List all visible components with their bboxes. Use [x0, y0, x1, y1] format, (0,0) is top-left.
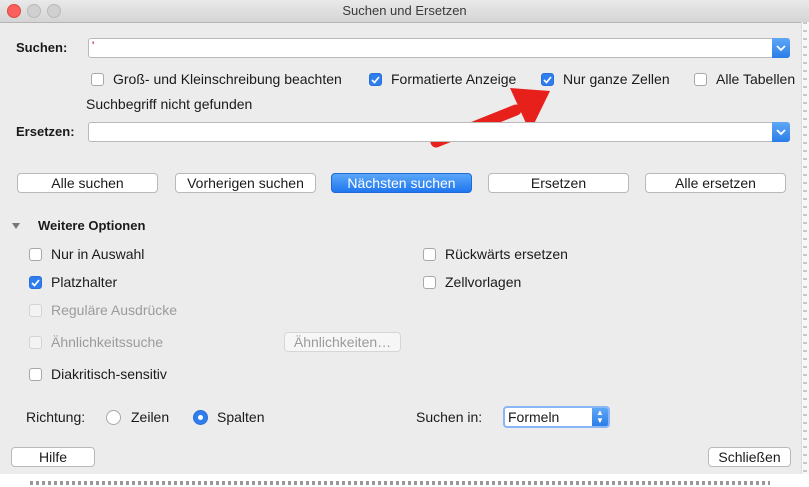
close-button[interactable]: Schließen	[708, 447, 791, 467]
find-next-button[interactable]: Nächsten suchen	[331, 173, 472, 193]
diacritic-sensitive-checkbox[interactable]	[29, 368, 42, 381]
search-in-value: Formeln	[508, 409, 560, 425]
regular-expressions-label: Reguläre Ausdrücke	[51, 302, 178, 318]
search-in-label: Suchen in:	[416, 409, 483, 425]
replace-backwards-checkbox[interactable]	[423, 248, 436, 261]
up-down-arrows-icon: ▲ ▼	[592, 408, 608, 426]
annotation-arrow-icon	[430, 88, 550, 148]
replace-button[interactable]: Ersetzen	[488, 173, 629, 193]
similarity-search-label: Ähnlichkeitssuche	[51, 334, 164, 350]
entire-cells-label: Nur ganze Zellen	[563, 71, 670, 87]
replace-label: Ersetzen:	[16, 124, 75, 139]
direction-columns-label: Spalten	[217, 409, 265, 425]
more-options-expander[interactable]: Weitere Optionen	[38, 218, 145, 233]
find-all-button[interactable]: Alle suchen	[17, 173, 158, 193]
direction-label: Richtung:	[26, 409, 86, 425]
direction-columns-radio[interactable]	[193, 410, 208, 425]
replace-backwards-label: Rückwärts ersetzen	[445, 246, 568, 262]
find-previous-button[interactable]: Vorherigen suchen	[175, 173, 316, 193]
formatted-display-checkbox[interactable]	[369, 73, 382, 86]
current-selection-only-label: Nur in Auswahl	[51, 246, 145, 262]
similarities-button: Ähnlichkeiten…	[284, 332, 401, 352]
wildcards-label: Platzhalter	[51, 274, 118, 290]
regular-expressions-checkbox	[29, 304, 42, 317]
replace-all-button[interactable]: Alle ersetzen	[645, 173, 786, 193]
checkmark-icon	[31, 278, 40, 287]
search-in-select[interactable]: Formeln ▲ ▼	[503, 406, 610, 428]
search-input[interactable]: '	[88, 38, 790, 58]
cell-styles-checkbox[interactable]	[423, 276, 436, 289]
diacritic-sensitive-label: Diakritisch-sensitiv	[51, 366, 167, 382]
all-sheets-label: Alle Tabellen	[716, 71, 796, 87]
all-sheets-checkbox[interactable]	[694, 73, 707, 86]
cell-styles-label: Zellvorlagen	[445, 274, 522, 290]
search-status-text: Suchbegriff nicht gefunden	[86, 96, 253, 112]
match-case-checkbox[interactable]	[91, 73, 104, 86]
chevron-down-icon	[776, 128, 786, 135]
current-selection-only-checkbox[interactable]	[29, 248, 42, 261]
checkmark-icon	[371, 75, 380, 84]
disclosure-triangle-icon[interactable]	[11, 222, 21, 230]
wildcards-checkbox[interactable]	[29, 276, 42, 289]
direction-rows-label: Zeilen	[131, 409, 170, 425]
chevron-down-icon	[776, 44, 786, 51]
help-button[interactable]: Hilfe	[11, 447, 95, 467]
window-title: Suchen und Ersetzen	[342, 3, 467, 18]
background-sheet-gridline	[803, 22, 807, 487]
replace-input[interactable]	[88, 122, 790, 142]
similarity-search-checkbox	[29, 336, 42, 349]
background-sheet-content	[30, 481, 770, 485]
search-history-dropdown[interactable]	[772, 38, 790, 58]
search-input-value: '	[92, 39, 95, 53]
search-label: Suchen:	[16, 40, 68, 55]
match-case-label: Groß- und Kleinschreibung beachten	[113, 71, 342, 87]
direction-rows-radio[interactable]	[106, 410, 121, 425]
replace-history-dropdown[interactable]	[772, 122, 790, 142]
